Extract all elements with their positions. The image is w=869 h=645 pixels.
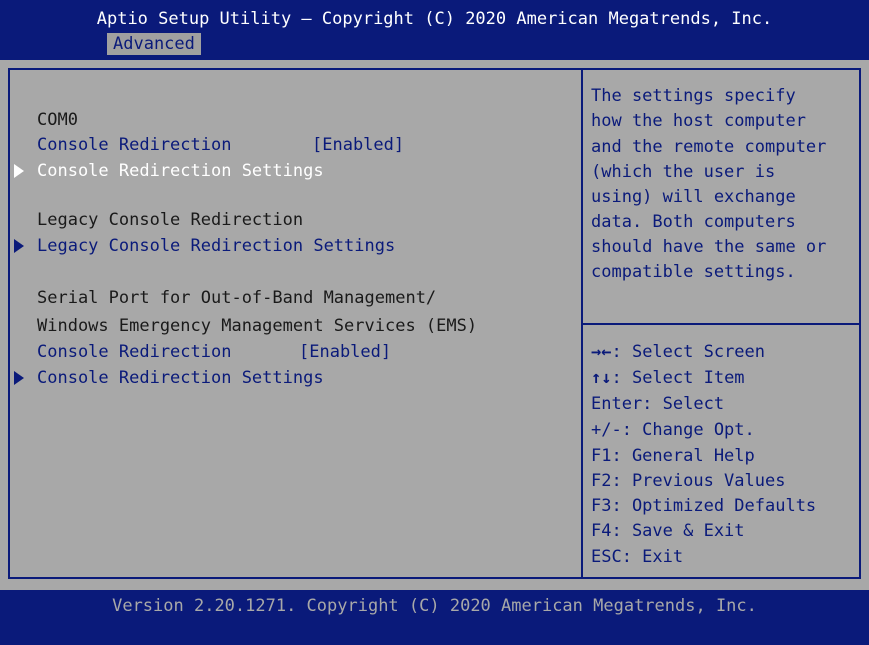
ems-heading-line1: Serial Port for Out-of-Band Management/: [37, 288, 437, 308]
help-text-line: (which the user is: [591, 162, 776, 182]
ems-console-redirection-settings[interactable]: Console Redirection Settings: [37, 368, 324, 388]
key-legend-enter: Enter: Select: [591, 394, 725, 414]
submenu-arrow-icon: [14, 371, 24, 385]
submenu-arrow-icon: [14, 239, 24, 253]
legacy-console-redirection-settings[interactable]: Legacy Console Redirection Settings: [37, 236, 395, 256]
legacy-heading: Legacy Console Redirection: [37, 210, 304, 230]
app-title: Aptio Setup Utility – Copyright (C) 2020…: [96, 9, 773, 29]
tab-advanced[interactable]: Advanced: [107, 33, 201, 55]
help-text-line: how the host computer: [591, 111, 806, 131]
key-legend-select-item: ↑↓: Select Item: [591, 368, 745, 388]
com0-heading: COM0: [37, 110, 78, 130]
up-down-arrows-icon: ↑↓: [591, 368, 612, 388]
help-text-line: and the remote computer: [591, 137, 827, 157]
help-text-line: compatible settings.: [591, 262, 796, 282]
key-legend-action: : Select Item: [611, 368, 745, 388]
key-legend-action: : Select Screen: [611, 342, 766, 362]
key-legend-save-exit: F4: Save & Exit: [591, 521, 745, 541]
com0-console-redirection-value[interactable]: [Enabled]: [312, 135, 404, 155]
key-legend-previous-values: F2: Previous Values: [591, 471, 786, 491]
ems-console-redirection-value[interactable]: [Enabled]: [299, 342, 391, 362]
com0-console-redirection-label[interactable]: Console Redirection: [37, 135, 231, 155]
key-legend-change-opt: +/-: Change Opt.: [591, 420, 755, 440]
help-text-line: using) will exchange: [591, 187, 796, 207]
ems-console-redirection-label[interactable]: Console Redirection: [37, 342, 231, 362]
key-legend-esc: ESC: Exit: [591, 547, 684, 567]
help-text-line: should have the same or: [591, 237, 827, 257]
help-text-line: data. Both computers: [591, 212, 796, 232]
footer-bar: Version 2.20.1271. Copyright (C) 2020 Am…: [0, 590, 869, 645]
version-text: Version 2.20.1271. Copyright (C) 2020 Am…: [112, 596, 757, 616]
left-right-arrows-icon: →←: [591, 342, 612, 362]
header-bar: Aptio Setup Utility – Copyright (C) 2020…: [0, 0, 869, 60]
help-text-line: The settings specify: [591, 86, 796, 106]
key-legend-general-help: F1: General Help: [591, 446, 755, 466]
com0-console-redirection-settings[interactable]: Console Redirection Settings: [37, 161, 324, 181]
main-panel: COM0 Console Redirection [Enabled] Conso…: [0, 60, 869, 590]
help-divider: [583, 323, 861, 325]
ems-heading-line2: Windows Emergency Management Services (E…: [37, 316, 478, 336]
key-legend-select-screen: →←: Select Screen: [591, 342, 765, 362]
key-legend-optimized-defaults: F3: Optimized Defaults: [591, 496, 817, 516]
submenu-arrow-icon: [14, 164, 24, 178]
